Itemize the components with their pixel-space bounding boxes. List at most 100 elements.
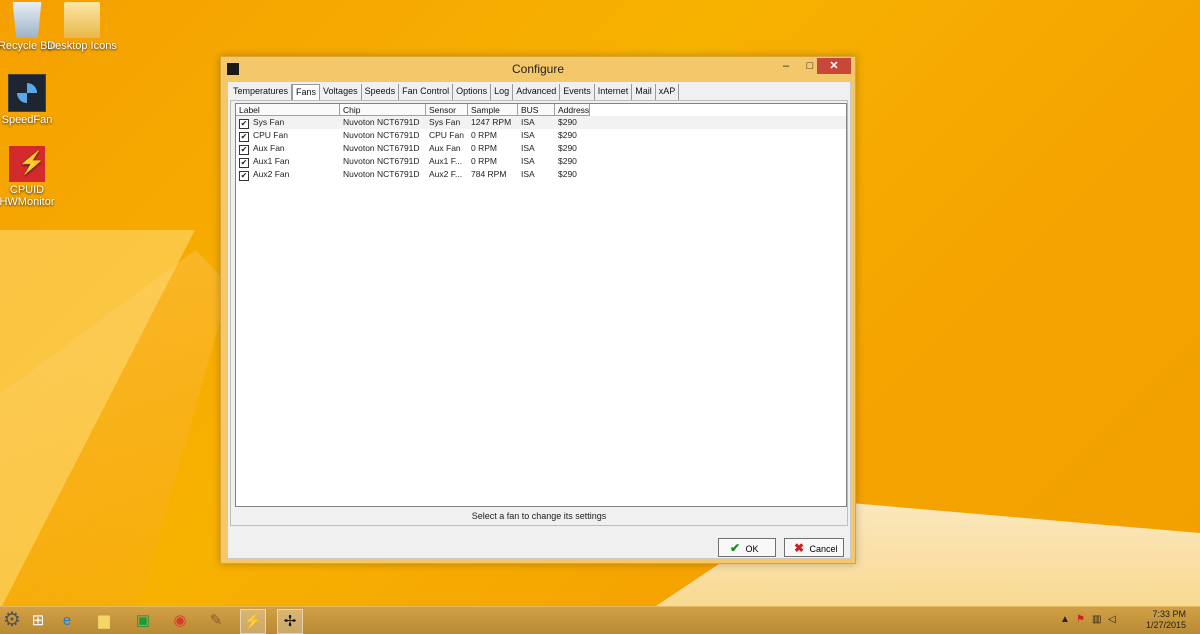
tab-advanced[interactable]: Advanced — [513, 84, 561, 100]
fan-label: Aux2 Fan — [253, 169, 290, 179]
tab-xap[interactable]: xAP — [656, 84, 680, 100]
tab-fan-control[interactable]: Fan Control — [399, 84, 454, 100]
fan-label: CPU Fan — [253, 130, 288, 140]
checkmark-icon: ✔ — [729, 541, 741, 555]
column-header-label[interactable]: Label — [236, 104, 340, 116]
fan-checkbox[interactable]: ✔ — [239, 119, 249, 129]
table-row[interactable]: ✔ Aux1 Fan Nuvoton NCT6791D Aux1 F... 0 R… — [236, 155, 846, 168]
status-text: Select a fan to change its settings — [471, 511, 607, 521]
fan-sensor: Aux1 F... — [429, 156, 463, 166]
fan-chip: Nuvoton NCT6791D — [343, 130, 420, 140]
fan-label: Aux1 Fan — [253, 156, 290, 166]
fan-sample: 0 RPM — [471, 130, 497, 140]
speedfan-icon — [8, 74, 46, 112]
fan-checkbox[interactable]: ✔ — [239, 132, 249, 142]
fan-sensor: Aux2 F... — [429, 169, 463, 179]
desktop-icon-speedfan[interactable]: SpeedFan — [0, 74, 62, 126]
fan-label: Sys Fan — [253, 117, 285, 127]
chrome-icon[interactable]: ◉ — [168, 609, 192, 632]
clock-time: 7:33 PM — [1152, 609, 1186, 619]
tab-options[interactable]: Options — [453, 84, 492, 100]
fan-chip: Nuvoton NCT6791D — [343, 117, 420, 127]
fans-panel: Label Chip Sensor Sample BUS Address ✔ Sy… — [230, 100, 848, 526]
tab-bar: Temperatures Fans Voltages Speeds Fan Co… — [230, 84, 680, 100]
paint-icon[interactable]: ✎ — [204, 609, 228, 632]
settings-icon[interactable]: ⚙ — [0, 609, 24, 632]
fan-bus: ISA — [521, 130, 535, 140]
recycle-bin-icon — [12, 2, 42, 38]
clock-date: 1/27/2015 — [1145, 620, 1186, 630]
tab-mail[interactable]: Mail — [632, 84, 656, 100]
desktop-wallpaper-shape — [0, 230, 195, 610]
cancel-button[interactable]: ✖ Cancel — [784, 538, 844, 557]
explorer-icon[interactable]: ▆ — [92, 609, 116, 632]
close-button[interactable]: ✕ — [817, 58, 851, 74]
fan-address: $290 — [558, 143, 577, 153]
hwmonitor-icon — [9, 146, 45, 182]
table-row[interactable]: ✔ Aux2 Fan Nuvoton NCT6791D Aux2 F... 784… — [236, 168, 846, 181]
tab-fans[interactable]: Fans — [292, 84, 321, 100]
tab-internet[interactable]: Internet — [595, 84, 633, 100]
minimize-button[interactable]: – — [775, 58, 797, 74]
store-icon[interactable]: ▣ — [131, 609, 155, 632]
column-header-sample[interactable]: Sample — [468, 104, 518, 116]
fan-address: $290 — [558, 130, 577, 140]
fan-list[interactable]: Label Chip Sensor Sample BUS Address ✔ Sy… — [235, 103, 847, 507]
fan-sensor: Sys Fan — [429, 117, 461, 127]
window-title: Configure — [511, 62, 565, 76]
fan-sensor: CPU Fan — [429, 130, 464, 140]
column-header-address[interactable]: Address — [555, 104, 590, 116]
tab-speeds[interactable]: Speeds — [362, 84, 400, 100]
fan-sample: 1247 RPM — [471, 117, 512, 127]
volume-icon[interactable]: ◁ — [1108, 614, 1116, 625]
fan-sample: 0 RPM — [471, 143, 497, 153]
fan-chip: Nuvoton NCT6791D — [343, 143, 420, 153]
window-client: Temperatures Fans Voltages Speeds Fan Co… — [227, 81, 851, 559]
dialog-button-bar: ✔ OK ✖ Cancel — [228, 526, 850, 557]
fan-bus: ISA — [521, 117, 535, 127]
speedfan-icon[interactable]: ✢ — [277, 609, 303, 634]
desktop-icon-hwmonitor[interactable]: CPUID HWMonitor — [0, 146, 62, 208]
fan-address: $290 — [558, 156, 577, 166]
fan-checkbox[interactable]: ✔ — [239, 145, 249, 155]
fan-bus: ISA — [521, 143, 535, 153]
column-header-sensor[interactable]: Sensor — [426, 104, 468, 116]
fan-bus: ISA — [521, 156, 535, 166]
fan-bus: ISA — [521, 169, 535, 179]
window-titlebar[interactable]: Configure – □ ✕ — [221, 57, 855, 81]
table-row[interactable]: ✔ Sys Fan Nuvoton NCT6791D Sys Fan 1247 R… — [236, 116, 846, 129]
hwmonitor-icon[interactable]: ⚡ — [240, 609, 266, 634]
fan-label: Aux Fan — [253, 143, 285, 153]
fan-list-header: Label Chip Sensor Sample BUS Address — [236, 104, 846, 116]
system-tray: ▲ ⚑ ▥ ◁ 7:33 PM 1/27/2015 — [1060, 607, 1200, 634]
ok-button[interactable]: ✔ OK — [718, 538, 776, 557]
tab-events[interactable]: Events — [560, 84, 595, 100]
ie-icon[interactable]: e — [55, 609, 79, 632]
network-icon[interactable]: ▥ — [1092, 614, 1101, 625]
fan-address: $290 — [558, 169, 577, 179]
action-center-icon[interactable]: ⚑ — [1076, 614, 1085, 625]
folder-icon — [64, 2, 100, 38]
fan-sample: 0 RPM — [471, 156, 497, 166]
fan-chip: Nuvoton NCT6791D — [343, 156, 420, 166]
fan-checkbox[interactable]: ✔ — [239, 171, 249, 181]
show-hidden-icons-button[interactable]: ▲ — [1060, 614, 1070, 625]
tab-log[interactable]: Log — [491, 84, 514, 100]
fan-chip: Nuvoton NCT6791D — [343, 169, 420, 179]
column-header-chip[interactable]: Chip — [340, 104, 426, 116]
tab-voltages[interactable]: Voltages — [320, 84, 362, 100]
tab-temperatures[interactable]: Temperatures — [230, 84, 293, 100]
table-row[interactable]: ✔ Aux Fan Nuvoton NCT6791D Aux Fan 0 RPM … — [236, 142, 846, 155]
fan-sample: 784 RPM — [471, 169, 507, 179]
clock[interactable]: 7:33 PM 1/27/2015 — [1136, 609, 1186, 631]
fan-address: $290 — [558, 117, 577, 127]
start-icon[interactable]: ⊞ — [26, 609, 50, 632]
configure-window: Configure – □ ✕ Temperatures Fans Voltag… — [220, 56, 856, 564]
x-icon: ✖ — [793, 541, 805, 555]
desktop-icon-desktop-icons[interactable]: Desktop Icons — [47, 2, 117, 52]
taskbar: ⚙ ⊞ e ▆ ▣ ◉ ✎ ⚡ ✢ ▲ ⚑ ▥ ◁ 7:33 PM 1/27/2… — [0, 606, 1200, 634]
table-row[interactable]: ✔ CPU Fan Nuvoton NCT6791D CPU Fan 0 RPM … — [236, 129, 846, 142]
fan-sensor: Aux Fan — [429, 143, 461, 153]
column-header-bus[interactable]: BUS — [518, 104, 555, 116]
fan-checkbox[interactable]: ✔ — [239, 158, 249, 168]
